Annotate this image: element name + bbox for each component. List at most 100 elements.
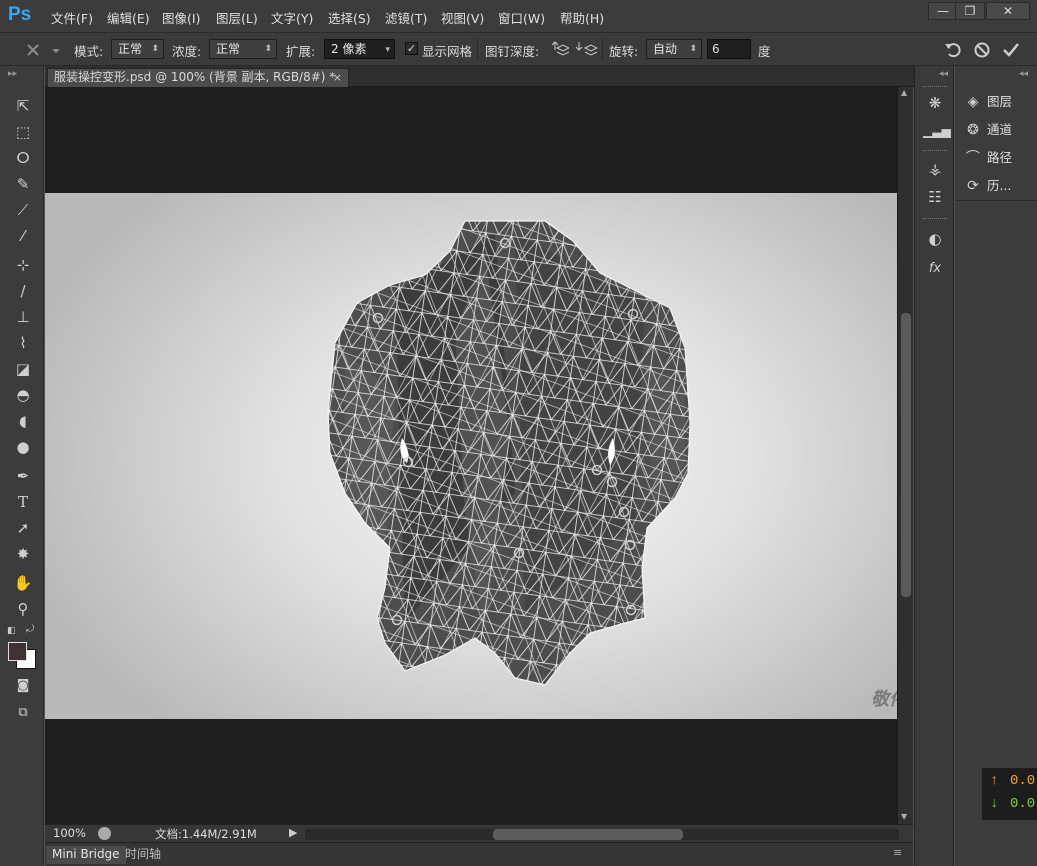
- spot-healing-tool-icon[interactable]: ⊹: [10, 254, 36, 276]
- crop-tool-icon[interactable]: ⟋: [10, 199, 36, 221]
- brush-presets-icon[interactable]: ⚶: [923, 158, 947, 180]
- quick-select-tool-icon[interactable]: ✎: [10, 173, 36, 195]
- menu-file[interactable]: 文件(F): [51, 8, 93, 27]
- tab-timeline[interactable]: 时间轴: [119, 846, 167, 864]
- pin-forward-icon[interactable]: [549, 39, 569, 59]
- menu-filter[interactable]: 滤镜(T): [385, 8, 427, 27]
- panel-paths-label: 路径: [986, 150, 1012, 165]
- eraser-tool-icon[interactable]: ◪: [10, 358, 36, 380]
- rotate-select[interactable]: 自动 ⬍: [646, 39, 702, 59]
- styles-fx-icon[interactable]: fx: [923, 258, 947, 280]
- status-menu-arrow-icon[interactable]: ▶: [289, 826, 297, 839]
- clone-stamp-tool-icon[interactable]: ⊥: [10, 306, 36, 328]
- status-icon[interactable]: [98, 827, 111, 840]
- panel-channels[interactable]: ❂ 通道: [963, 118, 1012, 142]
- brush-tool-icon[interactable]: ∕: [10, 280, 36, 302]
- restore-button[interactable]: ❐: [955, 2, 985, 20]
- adjustment-layer-icon[interactable]: ◐: [923, 228, 947, 250]
- scroll-down-icon[interactable]: ▼: [901, 812, 907, 821]
- histogram-icon[interactable]: ▁▃▅: [923, 120, 951, 142]
- quick-mask-icon[interactable]: ◙: [10, 675, 36, 697]
- horizontal-scroll-thumb[interactable]: [493, 829, 683, 840]
- mode-select[interactable]: 正常 ⬍: [111, 39, 164, 59]
- panel-paths[interactable]: ⌒ 路径: [963, 146, 1012, 170]
- eyedropper-tool-icon[interactable]: ⁄: [10, 225, 36, 247]
- tab-mini-bridge[interactable]: Mini Bridge: [46, 846, 126, 864]
- menu-type[interactable]: 文字(Y): [271, 8, 313, 27]
- show-mesh-checkbox[interactable]: ✓: [405, 42, 418, 55]
- layers-icon: ◈: [967, 94, 979, 110]
- adjustments-icon[interactable]: ☷: [923, 186, 947, 208]
- canvas[interactable]: 敬伟: [45, 193, 897, 719]
- expand-panels-icon[interactable]: ◂◂: [939, 69, 948, 79]
- angle-input[interactable]: 6: [707, 39, 751, 59]
- transform-info-overlay: ↑ 0.0 ↓ 0.0: [982, 768, 1037, 820]
- menu-select[interactable]: 选择(S): [328, 8, 371, 27]
- path-select-tool-icon[interactable]: ➚: [10, 517, 36, 539]
- panel-grip[interactable]: [923, 150, 947, 153]
- menu-bar: Ps 文件(F) 编辑(E) 图像(I) 图层(L) 文字(Y) 选择(S) 滤…: [0, 0, 1037, 32]
- menu-layer[interactable]: 图层(L): [216, 8, 258, 27]
- foreground-color-swatch[interactable]: [8, 642, 27, 661]
- cancel-icon[interactable]: [972, 40, 992, 60]
- close-button[interactable]: ✕: [986, 2, 1030, 20]
- puppet-warp-tool-icon[interactable]: [22, 41, 62, 59]
- divider: [602, 38, 603, 60]
- angle-unit: 度: [758, 44, 771, 59]
- expand-select[interactable]: 2 像素 ▾: [324, 39, 395, 59]
- menu-view[interactable]: 视图(V): [441, 8, 484, 27]
- dodge-tool-icon[interactable]: ●: [10, 436, 36, 458]
- panel-menu-icon[interactable]: ≡: [893, 846, 902, 859]
- scroll-up-icon[interactable]: ▲: [901, 88, 907, 97]
- document-tab[interactable]: 服装操控变形.psd @ 100% (背景 副本, RGB/8#) * ×: [47, 68, 349, 87]
- commit-icon[interactable]: [1001, 40, 1021, 60]
- blur-tool-icon[interactable]: ◖: [10, 410, 36, 432]
- zoom-level[interactable]: 100%: [53, 826, 86, 840]
- pin-backward-icon[interactable]: [576, 39, 598, 59]
- menu-edit[interactable]: 编辑(E): [107, 8, 150, 27]
- navigator-icon[interactable]: ❋: [923, 92, 947, 114]
- density-label: 浓度:: [172, 44, 202, 59]
- type-tool-icon[interactable]: T: [10, 491, 36, 513]
- menu-help[interactable]: 帮助(H): [560, 8, 604, 27]
- close-tab-icon[interactable]: ×: [333, 69, 342, 86]
- shape-tool-icon[interactable]: ✸: [10, 543, 36, 565]
- hand-tool-icon[interactable]: ✋: [10, 572, 36, 594]
- move-tool-icon[interactable]: ⇱: [10, 95, 36, 117]
- lasso-tool-icon[interactable]: ⵔ: [10, 147, 36, 169]
- reset-icon[interactable]: [943, 40, 963, 60]
- jacket-mesh-image[interactable]: [45, 193, 897, 719]
- menu-window[interactable]: 窗口(W): [498, 8, 545, 27]
- horizontal-scrollbar[interactable]: [305, 829, 899, 840]
- vertical-scrollbar[interactable]: ▲ ▼: [897, 87, 913, 824]
- rotate-value: 自动: [653, 42, 678, 56]
- minimize-button[interactable]: —: [928, 2, 958, 20]
- panel-grip[interactable]: [923, 218, 947, 221]
- density-select[interactable]: 正常 ⬍: [209, 39, 277, 59]
- status-bar: 100% 文档:1.44M/2.91M ▶: [45, 824, 913, 842]
- up-arrow-icon: ↑: [990, 773, 999, 789]
- channels-icon: ❂: [967, 122, 979, 138]
- marquee-tool-icon[interactable]: ⬚: [10, 121, 36, 143]
- swap-colors-icon[interactable]: ⤾: [26, 624, 34, 635]
- photoshop-logo: Ps: [8, 4, 32, 25]
- pen-tool-icon[interactable]: ✒: [10, 465, 36, 487]
- mode-label: 模式:: [74, 44, 104, 59]
- menu-image[interactable]: 图像(I): [162, 8, 200, 27]
- collapse-icon[interactable]: ▸▸: [8, 69, 17, 79]
- paint-bucket-tool-icon[interactable]: ◓: [10, 384, 36, 406]
- collapse-panels-icon[interactable]: ◂◂: [1019, 69, 1028, 79]
- history-brush-tool-icon[interactable]: ⌇: [10, 332, 36, 354]
- zoom-tool-icon[interactable]: ⚲: [10, 598, 36, 620]
- panel-grip[interactable]: [923, 86, 947, 89]
- panel-layers[interactable]: ◈ 图层: [963, 90, 1012, 114]
- panel-layers-label: 图层: [986, 94, 1012, 109]
- screen-mode-icon[interactable]: ⧉: [10, 702, 36, 724]
- up-value: 0.0: [1010, 773, 1036, 789]
- expand-label: 扩展:: [286, 44, 316, 59]
- workspace: 敬伟: [45, 87, 897, 824]
- default-colors-icon[interactable]: ◧: [7, 626, 16, 636]
- vertical-scroll-thumb[interactable]: [901, 313, 911, 597]
- show-mesh-label: 显示网格: [422, 44, 473, 59]
- panel-history[interactable]: ⟳ 历...: [963, 174, 1011, 198]
